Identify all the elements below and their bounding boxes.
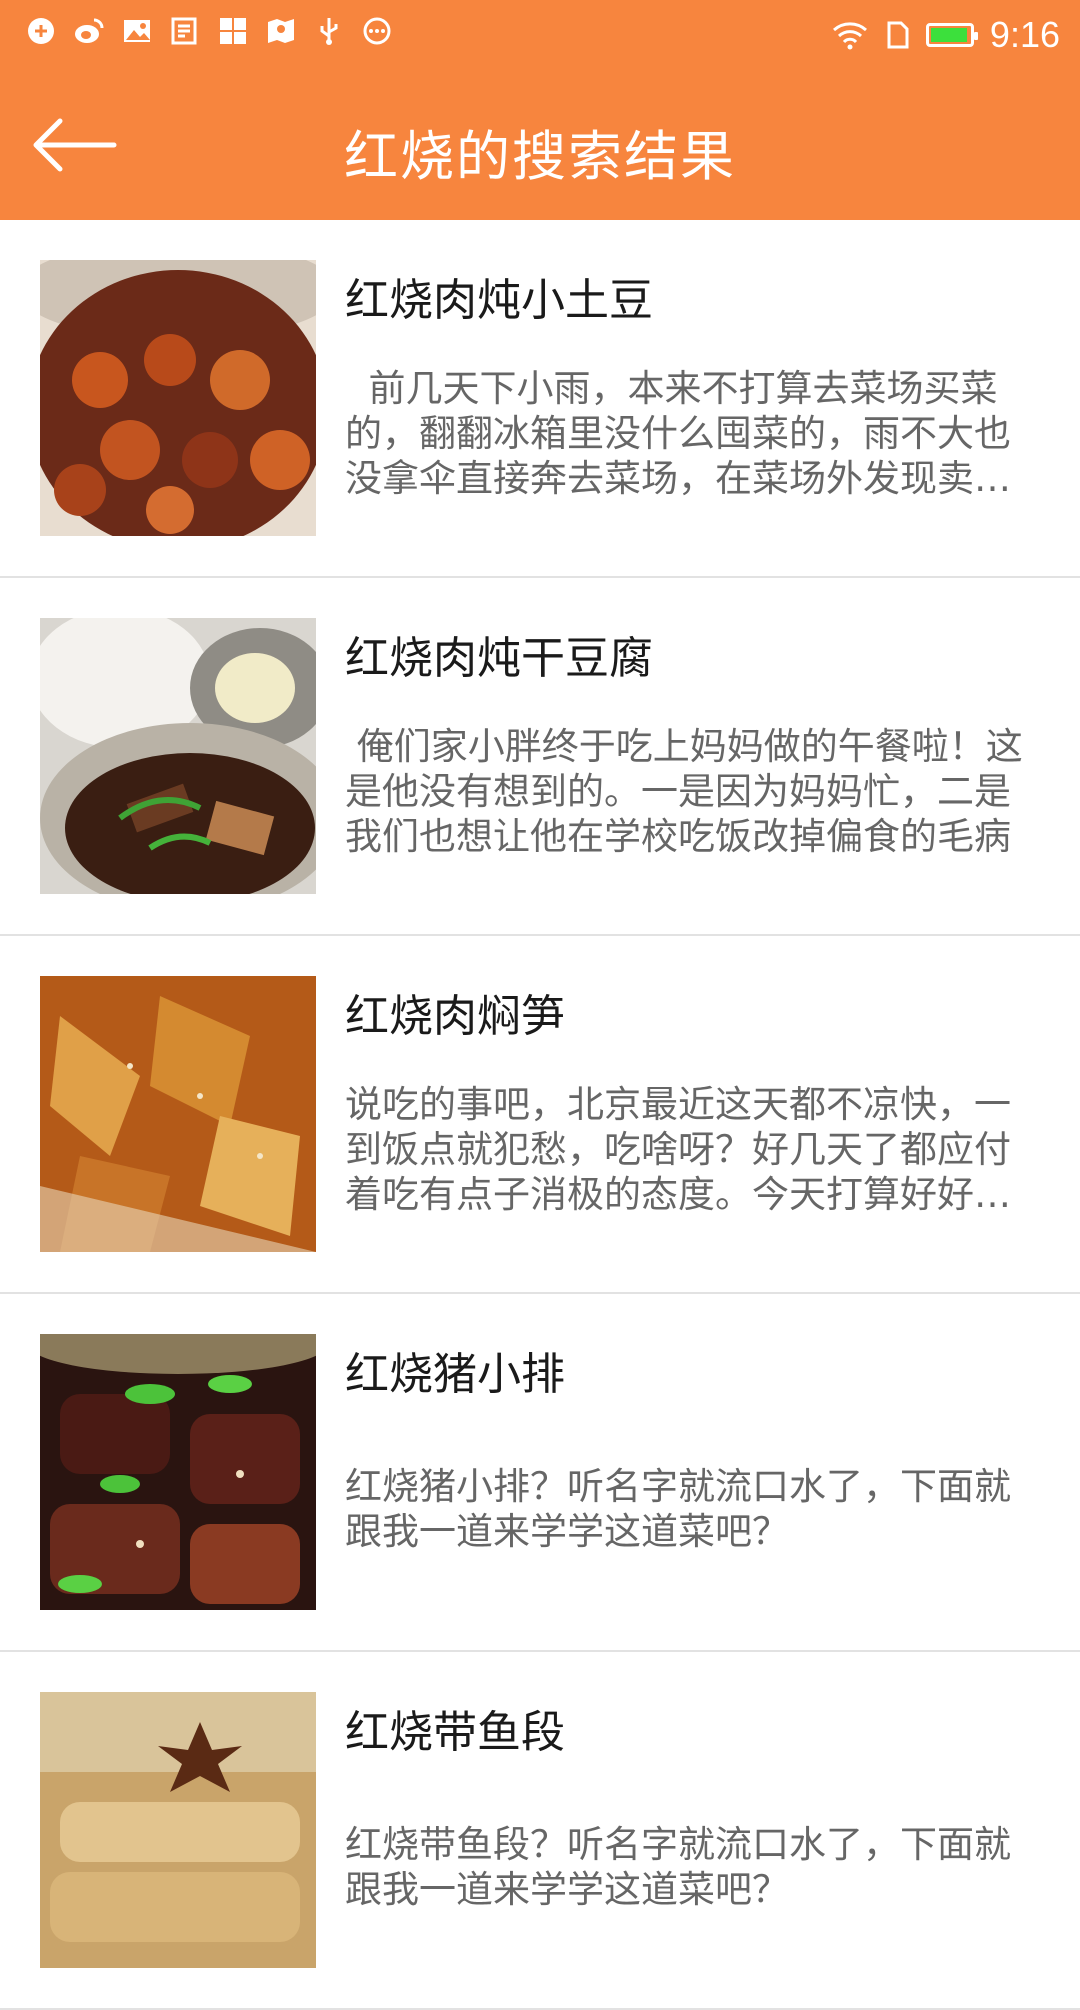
braised-hairtail-image — [40, 1692, 316, 1968]
recipe-description: 红烧猪小排？听名字就流口水了，下面就跟我一道来学学这道菜吧？ — [345, 1465, 1011, 1553]
system-status: 9:16 — [830, 14, 1060, 56]
braised-ribs-image — [40, 1334, 316, 1610]
braised-pork-bamboo-image — [40, 976, 316, 1252]
recipe-thumbnail[interactable] — [40, 260, 316, 536]
recipe-thumbnail[interactable] — [40, 976, 316, 1252]
weibo-icon — [74, 16, 104, 46]
search-results-list[interactable]: 红烧肉炖小土豆 前几天下小雨，本来不打算去菜场买菜的，翻翻冰箱里没什么囤菜的，雨… — [0, 220, 1080, 2010]
usb-icon — [314, 16, 344, 46]
app-notify-icon — [26, 16, 56, 46]
recipe-thumbnail[interactable] — [40, 1692, 316, 1968]
braised-pork-tofu-image — [40, 618, 316, 894]
recipe-description: 说吃的事吧，北京最近这天都不凉快，一到饭点就犯愁，吃啥呀？好几天了都应付着吃有点… — [345, 1083, 1011, 1216]
recipe-description: 前几天下小雨，本来不打算去菜场买菜的，翻翻冰箱里没什么囤菜的，雨不大也没拿伞直接… — [345, 367, 1011, 500]
recipe-thumbnail[interactable] — [40, 1334, 316, 1610]
battery-level — [930, 28, 967, 42]
note-icon — [170, 16, 200, 46]
recipe-description: 红烧带鱼段？听名字就流口水了，下面就跟我一道来学学这道菜吧？ — [345, 1823, 1011, 1911]
recipe-item[interactable]: 红烧肉炖小土豆 前几天下小雨，本来不打算去菜场买菜的，翻翻冰箱里没什么囤菜的，雨… — [0, 220, 1080, 578]
recipe-title: 红烧带鱼段 — [345, 1707, 565, 1758]
more-icon — [362, 16, 392, 46]
battery-icon — [925, 23, 978, 47]
sim-icon — [886, 20, 910, 50]
map-pin-icon — [266, 16, 296, 46]
recipe-item[interactable]: 红烧猪小排 红烧猪小排？听名字就流口水了，下面就跟我一道来学学这道菜吧？ — [0, 1294, 1080, 1652]
recipe-item[interactable]: 红烧肉炖干豆腐 俺们家小胖终于吃上妈妈做的午餐啦！这是他没有想到的。一是因为妈妈… — [0, 578, 1080, 936]
image-icon — [122, 16, 152, 46]
recipe-item[interactable]: 红烧带鱼段 红烧带鱼段？听名字就流口水了，下面就跟我一道来学学这道菜吧？ — [0, 1652, 1080, 2010]
recipe-item[interactable]: 红烧肉焖笋 说吃的事吧，北京最近这天都不凉快，一到饭点就犯愁，吃啥呀？好几天了都… — [0, 936, 1080, 1294]
recipe-title: 红烧肉炖干豆腐 — [345, 633, 653, 684]
clock: 9:16 — [989, 14, 1060, 55]
recipe-description: 俺们家小胖终于吃上妈妈做的午餐啦！这是他没有想到的。一是因为妈妈忙，二是我们也想… — [345, 725, 1023, 858]
braised-pork-potato-image — [40, 260, 316, 536]
grid-app-icon — [218, 16, 248, 46]
recipe-thumbnail[interactable] — [40, 618, 316, 894]
page-title: 红烧的搜索结果 — [344, 125, 736, 188]
wifi-icon — [830, 20, 870, 50]
recipe-title: 红烧肉焖笋 — [345, 991, 565, 1042]
title-bar: 红烧的搜索结果 — [0, 70, 1080, 220]
recipe-title: 红烧猪小排 — [345, 1349, 565, 1400]
status-bar: 9:16 — [0, 0, 1080, 70]
app-header: 9:16 红烧的搜索结果 — [0, 0, 1080, 220]
notification-icons — [26, 16, 392, 46]
recipe-title: 红烧肉炖小土豆 — [345, 275, 653, 326]
